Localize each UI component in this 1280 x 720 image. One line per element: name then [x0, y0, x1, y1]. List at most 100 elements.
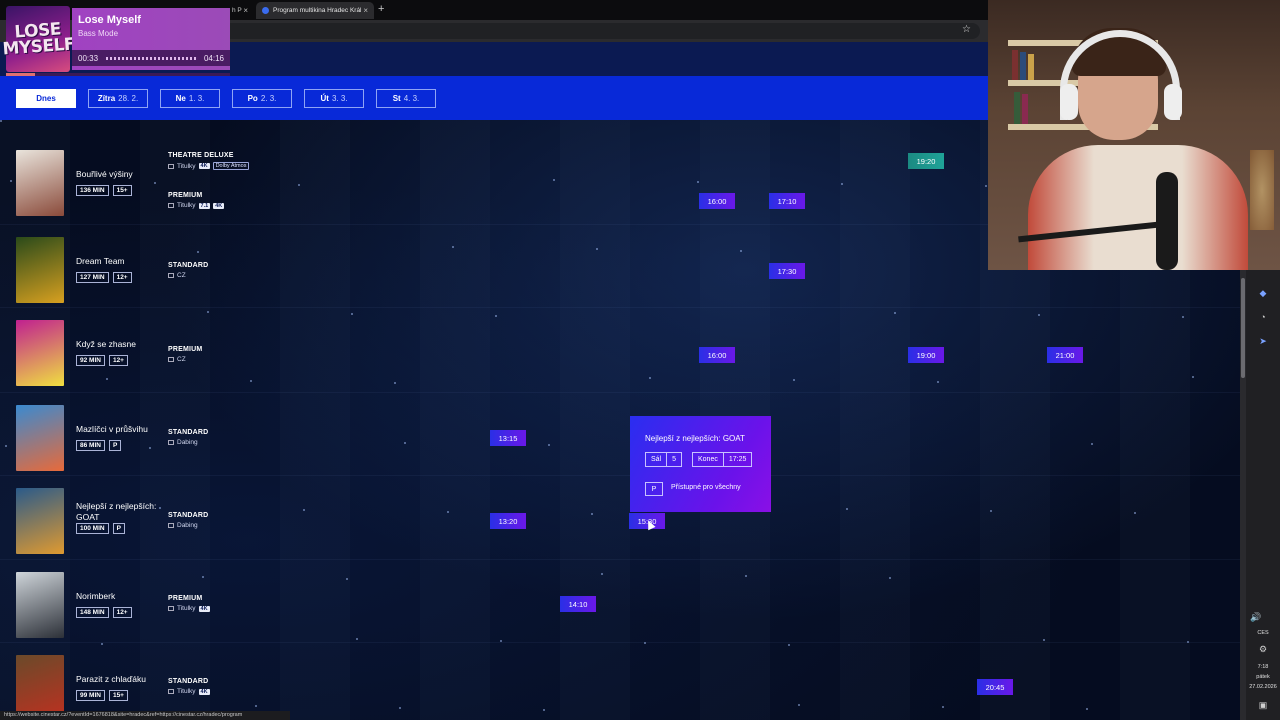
format-block: PREMIUM Titulky 7.1 4K	[168, 192, 225, 209]
showtime-button[interactable]: 16:00	[699, 193, 735, 209]
background-star	[101, 643, 103, 645]
showtime-button[interactable]: 17:10	[769, 193, 805, 209]
background-star	[159, 507, 161, 509]
format-name: PREMIUM	[168, 346, 203, 353]
tray-time[interactable]: 7:18	[1248, 664, 1278, 670]
age-rating-badge: P	[112, 523, 125, 534]
background-star	[985, 185, 987, 187]
date-tab-bar	[0, 76, 988, 120]
duration-badge: 148 MIN	[76, 607, 109, 618]
movie-poster[interactable]	[16, 405, 64, 471]
address-input[interactable]	[110, 23, 980, 39]
duration-badge: 100 MIN	[76, 523, 109, 534]
showtime-button[interactable]: 19:20	[908, 153, 944, 169]
scrollbar-thumb[interactable]	[1241, 278, 1245, 378]
background-star	[548, 444, 550, 446]
format-details: Titulky 7.1 4K	[168, 202, 225, 209]
format-language: Dabing	[177, 439, 198, 446]
movie-title[interactable]: Norimberk	[76, 591, 158, 602]
background-star	[591, 513, 593, 515]
age-rating-badge: P	[108, 440, 122, 451]
movie-poster[interactable]	[16, 320, 64, 386]
send-icon[interactable]: ➤	[1258, 336, 1268, 346]
format-details: CZ	[168, 272, 208, 279]
music-panel: Lose Myself Bass Mode 00:33 04:16	[72, 8, 230, 70]
showtime-button[interactable]: 16:00	[699, 347, 735, 363]
background-star	[1086, 708, 1088, 710]
showtime-button[interactable]: 13:15	[490, 430, 526, 446]
background-star	[303, 509, 305, 511]
date-tab-label: Út	[320, 94, 329, 103]
track-total: 04:16	[203, 53, 224, 63]
date-tab[interactable]: Zítra 28. 2.	[88, 89, 148, 108]
format-chip: 4K	[198, 688, 210, 695]
background-star	[0, 120, 2, 122]
favicon-icon	[262, 7, 269, 14]
background-star	[149, 447, 151, 449]
showtime-button[interactable]: 19:00	[908, 347, 944, 363]
movie-poster[interactable]	[16, 237, 64, 303]
close-icon[interactable]: ×	[243, 6, 248, 15]
browser-tab-active[interactable]: Program multikina Hradec Král ×	[256, 2, 374, 19]
movie-poster[interactable]	[16, 488, 64, 554]
background-star	[1038, 314, 1040, 316]
gauge-icon[interactable]: ◔	[1258, 312, 1268, 322]
movie-title[interactable]: Nejlepší z nejlepších: GOAT	[76, 501, 158, 523]
showtime-button[interactable]: 14:10	[560, 596, 596, 612]
background-star	[942, 706, 944, 708]
movie-title[interactable]: Bouřlivé výšiny	[76, 169, 158, 180]
tray-day: pátek	[1256, 674, 1270, 680]
track-progress-bar	[6, 73, 230, 76]
book	[1012, 50, 1018, 80]
movie-poster[interactable]	[16, 150, 64, 216]
background-star	[351, 313, 353, 315]
showtime-button[interactable]: 17:30	[769, 263, 805, 279]
new-tab-icon[interactable]: +	[378, 3, 384, 15]
format-language: CZ	[177, 272, 186, 279]
duration-badge: 127 MIN	[76, 272, 109, 283]
duration-badge: 136 MIN	[76, 185, 109, 196]
movie-title[interactable]: Mazlíčci v průšvihu	[76, 424, 158, 435]
browser-tab-inactive-label: h P	[232, 7, 242, 14]
date-tab-date: 4. 3.	[403, 94, 420, 103]
format-name: STANDARD	[168, 429, 209, 436]
book	[1028, 54, 1034, 80]
movie-badges: 99 MIN 15+	[76, 690, 128, 701]
notification-icon[interactable]: ▣	[1258, 700, 1268, 710]
background-star	[740, 250, 742, 252]
background-star	[798, 704, 800, 706]
showtime-button[interactable]: 13:20	[490, 513, 526, 529]
browser-tab-active-label: Program multikina Hradec Král	[273, 7, 362, 14]
row-divider	[0, 642, 1240, 643]
tooltip-hall-label: Sál	[651, 456, 662, 463]
age-rating-badge: 12+	[112, 272, 132, 283]
track-title: Lose Myself	[78, 14, 141, 26]
movie-title[interactable]: Když se zhasne	[76, 339, 158, 350]
duration-badge: 92 MIN	[76, 355, 105, 366]
format-chip: 4K	[198, 605, 210, 612]
format-chip: 4K	[213, 202, 225, 209]
movie-poster[interactable]	[16, 572, 64, 638]
date-tab[interactable]: St 4. 3.	[376, 89, 436, 108]
background-star	[106, 378, 108, 380]
date-tab[interactable]: Út 3. 3.	[304, 89, 364, 108]
background-star	[404, 442, 406, 444]
status-url: https://website.cinestar.cz/?eventId=167…	[0, 711, 290, 720]
tooltip-hall: Sál 5	[645, 452, 683, 467]
showtime-button[interactable]: 21:00	[1047, 347, 1083, 363]
bookmark-star-icon[interactable]: ☆	[962, 24, 971, 35]
close-icon[interactable]: ×	[363, 6, 368, 15]
format-language: Titulky	[177, 162, 196, 170]
settings-icon[interactable]: ⚙	[1258, 644, 1268, 654]
movie-title[interactable]: Dream Team	[76, 256, 158, 267]
movie-title[interactable]: Parazit z chlaďáku	[76, 674, 158, 685]
date-tab[interactable]: Dnes	[16, 89, 76, 108]
showtime-button[interactable]: 20:45	[977, 679, 1013, 695]
speaker-icon[interactable]: 🔊	[1250, 612, 1261, 622]
date-tab-date: 28. 2.	[118, 94, 139, 103]
tray-language[interactable]: CES	[1248, 630, 1278, 636]
diamond-icon[interactable]: ◆	[1258, 288, 1268, 298]
date-tab[interactable]: Ne 1. 3.	[160, 89, 220, 108]
browser-tab-inactive[interactable]: h P ×	[226, 2, 254, 19]
date-tab[interactable]: Po 2. 3.	[232, 89, 292, 108]
